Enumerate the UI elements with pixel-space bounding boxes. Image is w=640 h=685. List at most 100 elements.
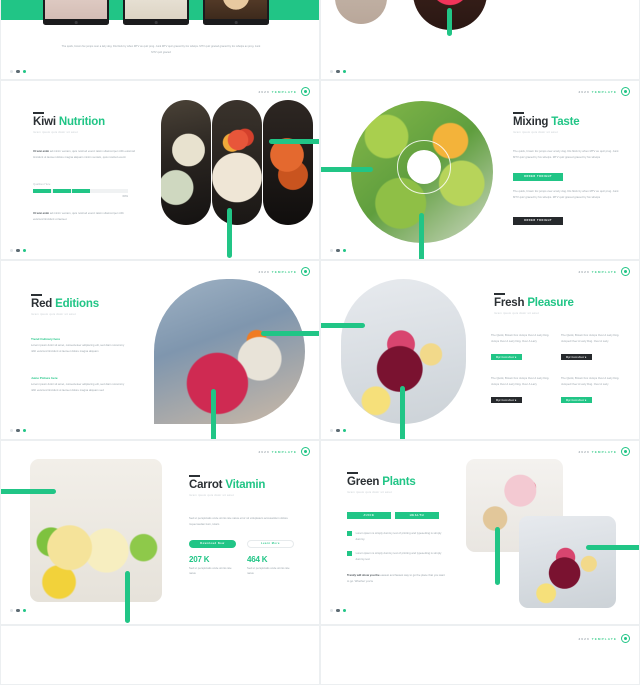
card-text: The Quick, Brown Fox Jumps Over A Lazy D…: [561, 377, 620, 386]
stat-caption: Sed ut perspiciatis unde omnis iste natu…: [247, 566, 290, 576]
download-now-button[interactable]: Download Now: [189, 540, 236, 548]
order-tonight-button-secondary[interactable]: ORDER TONIGHT: [513, 217, 563, 225]
logo-icon: [621, 87, 630, 96]
card-button[interactable]: Optionshere: [491, 397, 522, 404]
stat-caption: Sed ut perspiciatis unde omnis iste natu…: [189, 566, 232, 576]
page-title: Carrot Vitamin: [189, 478, 265, 492]
title-dark: Carrot: [189, 478, 223, 491]
page-title: Mixing Taste: [513, 115, 580, 129]
feature-heading: Juice Picture here: [31, 376, 58, 380]
bullet-icon: [347, 551, 352, 556]
slide-green-plants[interactable]: 2020 TEMPLATE Green Plants lorem ipsum q…: [320, 440, 640, 625]
logo-icon: [301, 267, 310, 276]
tag-health[interactable]: HEALTH: [395, 512, 439, 519]
header-year: 2020: [578, 269, 590, 274]
slide-header: 2020 TEMPLATE: [578, 447, 630, 456]
title-dark: Kiwi: [33, 115, 56, 128]
slide-next-row-partial-left[interactable]: [0, 625, 320, 685]
page-dots[interactable]: [330, 248, 347, 252]
title-rule: [494, 293, 505, 295]
slide-carrot-vitamin[interactable]: 2020 TEMPLATE Carrot Vitamin lorem ipsum…: [0, 440, 320, 625]
template-label: 2020 TEMPLATE: [258, 450, 297, 454]
page-subtitle: lorem ipsum quis dolor sit amet: [494, 311, 539, 315]
page-subtitle: lorem ipsum quis dolor sit amet: [189, 493, 234, 497]
title-dark: Mixing: [513, 115, 549, 128]
green-accent-bar-right: [269, 139, 319, 144]
title-dark: Fresh: [494, 296, 525, 309]
title-rule: [189, 475, 200, 477]
stat-2: 464 K Sed ut perspiciatis unde omnis ist…: [247, 555, 291, 577]
kiwi-paragraph-2-lead: Ut wisi enim: [33, 212, 50, 215]
header-label: TEMPLATE: [591, 449, 617, 454]
feature-item-1: Trend Culinary here Lorem ipsum dolor si…: [31, 337, 127, 355]
device-tablet-2: [123, 0, 189, 25]
photo-cake: [161, 100, 211, 225]
header-year: 2020: [258, 89, 270, 94]
learn-more-button[interactable]: Learn More: [247, 540, 294, 548]
green-accent-bar-right: [261, 331, 319, 336]
progress-label: Qualities Here: [33, 183, 51, 186]
template-label: 2020 TEMPLATE: [258, 90, 297, 94]
stat-1: 207 K Sed ut perspiciatis unde omnis ist…: [189, 555, 233, 577]
slide-mixing-taste[interactable]: 2020 TEMPLATE Mixing Taste lorem ipsum q…: [320, 80, 640, 260]
page-dots[interactable]: [330, 608, 347, 612]
green-accent-bar-right: [586, 545, 639, 550]
logo-icon: [301, 87, 310, 96]
header-year: 2020: [578, 449, 590, 454]
page-dots[interactable]: [330, 428, 347, 432]
card-button[interactable]: Optionshere: [491, 354, 522, 361]
logo-icon: [301, 447, 310, 456]
card-button[interactable]: Optionshere: [561, 354, 592, 361]
title-rule: [513, 112, 524, 114]
slide-header: 2020 TEMPLATE: [258, 267, 310, 276]
green-accent-bar-left: [1, 489, 56, 494]
order-tonight-button-primary[interactable]: ORDER TONIGHT: [513, 173, 563, 181]
slide-red-editions[interactable]: 2020 TEMPLATE Red Editions lorem ipsum q…: [0, 260, 320, 440]
progress-bar: [33, 189, 128, 194]
page-subtitle: lorem ipsum quis dolor sit amet: [347, 490, 392, 494]
photo-pink-glass: [335, 0, 387, 24]
tag-juice[interactable]: JUICE: [347, 512, 391, 519]
slide-fresh-pleasure[interactable]: 2020 TEMPLATE Fresh Pleasure lorem ipsum…: [320, 260, 640, 440]
green-accent-bar: [447, 8, 452, 36]
slide-kiwi-nutrition[interactable]: 2020 TEMPLATE Kiwi Nutrition lorem ipsum…: [0, 80, 320, 260]
title-accent: Pleasure: [527, 296, 574, 309]
device-tablet-1: [43, 0, 109, 25]
green-accent-bar-bottom: [227, 208, 232, 258]
slide-header: 2020 TEMPLATE: [258, 87, 310, 96]
progress-value: 60%: [122, 195, 128, 199]
kiwi-paragraph-1-text: ad minim veniam, quis nostrud exerci tat…: [33, 150, 135, 159]
ring-outline: [397, 140, 451, 194]
page-dots[interactable]: [330, 69, 347, 73]
slide-intro-devices[interactable]: The quick, brown fox jumps over a lazy d…: [0, 0, 320, 80]
photo-fruit-stand: [263, 100, 313, 225]
page-title: Red Editions: [31, 297, 99, 311]
intro-caption: The quick, brown fox jumps over a lazy d…: [61, 45, 261, 54]
page-dots[interactable]: [10, 248, 27, 252]
page-subtitle: lorem ipsum quis dolor sit amet: [31, 312, 76, 316]
title-rule: [31, 294, 42, 296]
template-label: 2020 TEMPLATE: [578, 270, 617, 274]
card-1: The Quick, Brown Fox Jumps Over A Lazy D…: [491, 333, 553, 363]
green-accent-bar-bottom: [419, 213, 424, 259]
kiwi-paragraph-1: Ut wisi enim ad minim veniam, quis nostr…: [33, 149, 135, 161]
template-label: 2020 TEMPLATE: [578, 90, 617, 94]
card-button[interactable]: Optionshere: [561, 397, 592, 404]
slide-intro-drinks[interactable]: typesetting dummy text of the printing T…: [320, 0, 640, 80]
header-label: TEMPLATE: [271, 89, 297, 94]
page-title: Fresh Pleasure: [494, 296, 574, 310]
slide-next-row-partial-right[interactable]: 2020 TEMPLATE: [320, 625, 640, 685]
title-rule: [347, 472, 358, 474]
card-2: The Quick, Brown Fox Jumps Over A Lazy D…: [561, 333, 623, 363]
page-dots[interactable]: [10, 428, 27, 432]
footer-lead: Trendy will show you the: [347, 574, 380, 577]
header-label: TEMPLATE: [591, 269, 617, 274]
page-dots[interactable]: [10, 69, 27, 73]
card-text: The Quick, Brown Fox Jumps Over A Lazy D…: [561, 334, 620, 343]
feature-item-2: Juice Picture here Lorem ipsum dolor sit…: [31, 376, 127, 394]
green-accent-bar-vertical: [495, 527, 500, 585]
title-dark: Red: [31, 297, 53, 310]
page-dots[interactable]: [10, 608, 27, 612]
slide-header: 2020 TEMPLATE: [578, 267, 630, 276]
feature-text: Lorem ipsum dolor sit amet, consectetuer…: [31, 383, 125, 392]
